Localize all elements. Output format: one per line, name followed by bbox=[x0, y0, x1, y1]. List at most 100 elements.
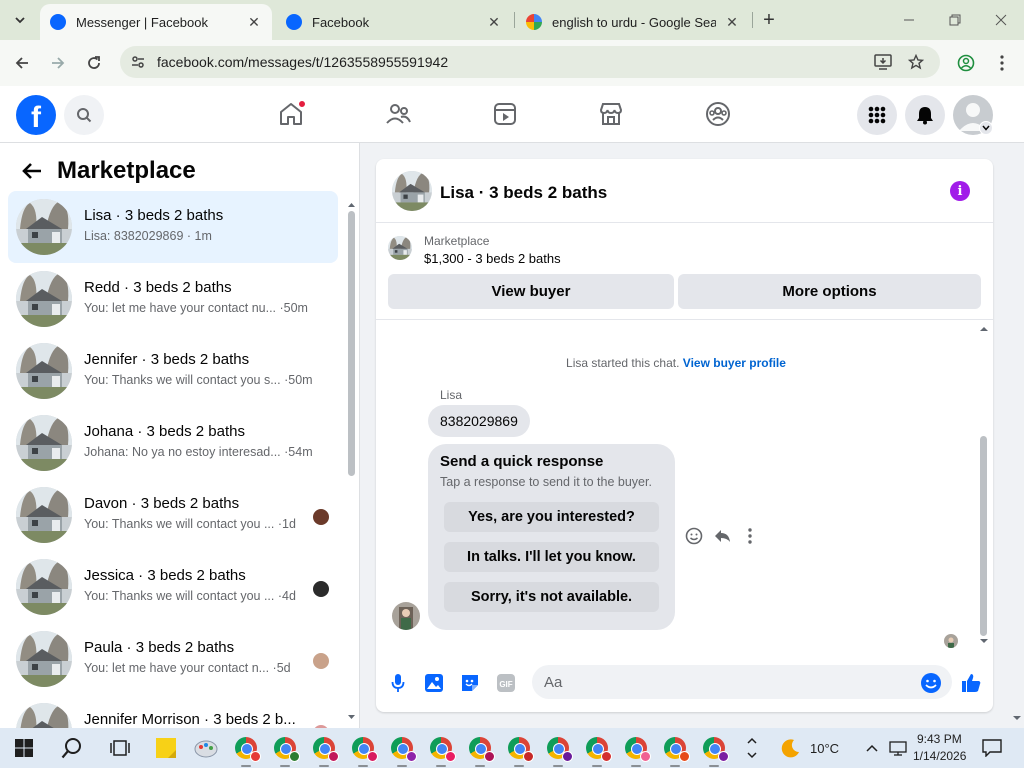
sender-avatar[interactable] bbox=[392, 602, 420, 630]
conversation-row[interactable]: Lisa · 3 beds 2 baths Lisa: 8382029869 · … bbox=[8, 191, 338, 263]
like-icon[interactable] bbox=[959, 671, 983, 695]
gif-icon[interactable]: GIF bbox=[494, 671, 518, 695]
close-icon[interactable]: ✕ bbox=[724, 14, 740, 31]
conversation-name: Lisa · 3 beds 2 baths bbox=[84, 207, 224, 224]
page-scroll-down-icon[interactable] bbox=[1012, 714, 1022, 722]
site-info-icon[interactable] bbox=[130, 54, 146, 70]
reply-icon[interactable] bbox=[712, 526, 732, 546]
quick-response-interested[interactable]: Yes, are you interested? bbox=[444, 502, 659, 532]
scrollbar[interactable] bbox=[347, 201, 356, 721]
view-buyer-button[interactable]: View buyer bbox=[388, 274, 674, 309]
chevron-down-icon[interactable] bbox=[979, 121, 993, 135]
video-icon[interactable] bbox=[491, 100, 519, 128]
chrome-taskbar-icon[interactable] bbox=[544, 734, 573, 762]
minimize-button[interactable] bbox=[894, 6, 924, 34]
tab-messenger[interactable]: Messenger | Facebook ✕ bbox=[40, 4, 272, 40]
paint-icon[interactable] bbox=[192, 734, 220, 762]
chrome-taskbar-icon[interactable] bbox=[349, 734, 378, 762]
chrome-taskbar-icon[interactable] bbox=[622, 734, 651, 762]
back-button[interactable] bbox=[9, 50, 35, 76]
chrome-taskbar-icon[interactable] bbox=[466, 734, 495, 762]
notifications-button[interactable] bbox=[905, 95, 945, 135]
conversation-row[interactable]: Jessica · 3 beds 2 baths You: Thanks we w… bbox=[8, 551, 338, 623]
message-input[interactable] bbox=[532, 665, 952, 699]
conversation-row[interactable]: Jennifer Morrison · 3 beds 2 b... bbox=[8, 695, 338, 728]
conversation-row[interactable]: Paula · 3 beds 2 baths You: let me have y… bbox=[8, 623, 338, 695]
quick-response-not-available[interactable]: Sorry, it's not available. bbox=[444, 582, 659, 612]
bookmark-star-icon[interactable] bbox=[906, 52, 926, 72]
chat-scrollbar[interactable] bbox=[977, 321, 989, 651]
scrollbar-thumb[interactable] bbox=[980, 436, 987, 636]
chrome-taskbar-icon[interactable] bbox=[583, 734, 612, 762]
tab-search-dropdown[interactable] bbox=[8, 8, 32, 32]
chrome-taskbar-icon[interactable] bbox=[232, 734, 261, 762]
weather-temperature[interactable]: 10°C bbox=[810, 741, 839, 756]
restore-button[interactable] bbox=[940, 6, 970, 34]
close-icon[interactable]: ✕ bbox=[246, 14, 262, 31]
marketplace-listing-card: Marketplace $1,300 - 3 beds 2 baths View… bbox=[376, 224, 993, 320]
marketplace-icon[interactable] bbox=[597, 100, 625, 128]
conversation-row[interactable]: Davon · 3 beds 2 baths You: Thanks we wil… bbox=[8, 479, 338, 551]
account-button[interactable] bbox=[953, 95, 993, 135]
microphone-icon[interactable] bbox=[386, 671, 410, 695]
conversation-row[interactable]: Johana · 3 beds 2 baths Johana: No ya no … bbox=[8, 407, 338, 479]
chrome-taskbar-icon[interactable] bbox=[505, 734, 534, 762]
chrome-icon bbox=[508, 737, 534, 762]
tab-facebook[interactable]: Facebook ✕ bbox=[276, 4, 512, 40]
scrollbar-thumb[interactable] bbox=[348, 211, 355, 476]
chrome-taskbar-icon[interactable] bbox=[271, 734, 300, 762]
home-notification-dot bbox=[298, 100, 306, 108]
chrome-taskbar-icon[interactable] bbox=[427, 734, 456, 762]
tab-separator bbox=[514, 12, 515, 28]
search-icon[interactable] bbox=[58, 734, 86, 762]
react-emoji-icon[interactable] bbox=[684, 526, 704, 546]
message-bubble[interactable]: 8382029869 bbox=[428, 405, 530, 437]
buyer-avatar bbox=[313, 581, 329, 597]
listing-price[interactable]: $1,300 - 3 beds 2 baths bbox=[424, 251, 561, 266]
sticker-icon[interactable] bbox=[458, 671, 482, 695]
listing-thumbnail[interactable] bbox=[388, 236, 412, 260]
profile-button[interactable] bbox=[953, 50, 979, 76]
network-icon[interactable] bbox=[884, 734, 912, 762]
clock-date[interactable]: 1/14/2026 bbox=[913, 749, 966, 763]
listing-avatar[interactable] bbox=[392, 171, 432, 211]
more-actions-icon[interactable] bbox=[740, 526, 760, 546]
chevron-up-icon[interactable] bbox=[858, 734, 886, 762]
photo-icon[interactable] bbox=[422, 671, 446, 695]
view-buyer-profile-link[interactable]: View buyer profile bbox=[683, 356, 786, 370]
chat-title[interactable]: Lisa · 3 beds 2 baths bbox=[440, 183, 607, 203]
menu-grid-button[interactable] bbox=[857, 95, 897, 135]
sticky-notes-icon[interactable] bbox=[152, 734, 180, 762]
new-tab-button[interactable]: + bbox=[758, 8, 780, 32]
windows-start-icon[interactable] bbox=[10, 734, 38, 762]
groups-icon[interactable] bbox=[704, 100, 732, 128]
close-window-button[interactable] bbox=[986, 6, 1016, 34]
menu-grid-icon bbox=[868, 106, 886, 124]
info-icon[interactable]: i bbox=[950, 181, 970, 201]
notification-center-icon[interactable] bbox=[978, 734, 1006, 762]
address-bar[interactable]: facebook.com/messages/t/1263558955591942 bbox=[120, 46, 940, 78]
forward-button[interactable] bbox=[45, 50, 71, 76]
task-view-icon[interactable] bbox=[106, 734, 134, 762]
chrome-taskbar-icon[interactable] bbox=[388, 734, 417, 762]
tab-google-search[interactable]: english to urdu - Google Search ✕ bbox=[516, 4, 750, 40]
emoji-icon[interactable] bbox=[919, 671, 943, 695]
close-icon[interactable]: ✕ bbox=[486, 14, 502, 31]
friends-icon[interactable] bbox=[384, 100, 412, 128]
quick-response-in-talks[interactable]: In talks. I'll let you know. bbox=[444, 542, 659, 572]
facebook-search-button[interactable] bbox=[64, 95, 104, 135]
taskbar-overflow-arrows[interactable] bbox=[738, 730, 766, 766]
chrome-taskbar-icon[interactable] bbox=[310, 734, 339, 762]
browser-menu-button[interactable] bbox=[989, 50, 1015, 76]
back-button[interactable] bbox=[20, 159, 44, 183]
conversation-row[interactable]: Jennifer · 3 beds 2 baths You: Thanks we … bbox=[8, 335, 338, 407]
install-app-icon[interactable] bbox=[873, 52, 893, 72]
more-options-button[interactable]: More options bbox=[678, 274, 981, 309]
facebook-logo[interactable]: f bbox=[16, 95, 56, 135]
reload-button[interactable] bbox=[81, 50, 107, 76]
chrome-taskbar-icon[interactable] bbox=[700, 734, 729, 762]
clock-time[interactable]: 9:43 PM bbox=[917, 732, 962, 746]
moon-weather-icon[interactable] bbox=[776, 734, 804, 762]
conversation-row[interactable]: Redd · 3 beds 2 baths You: let me have yo… bbox=[8, 263, 338, 335]
chrome-taskbar-icon[interactable] bbox=[661, 734, 690, 762]
